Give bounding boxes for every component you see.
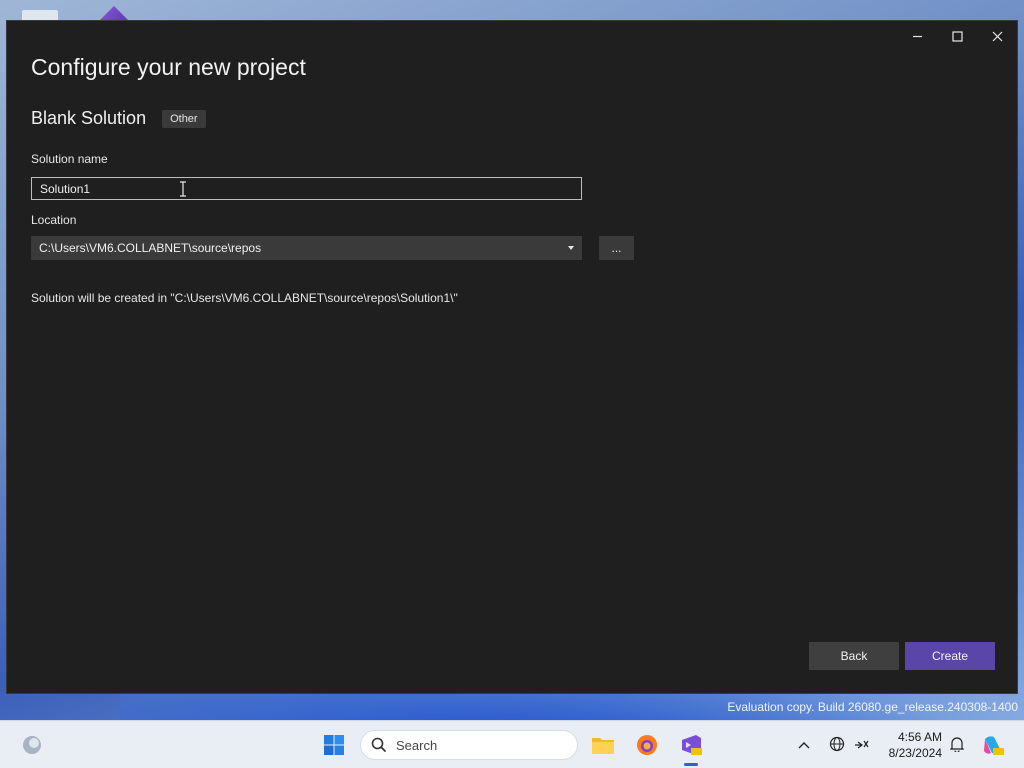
system-clock[interactable]: 4:56 AM 8/23/2024 — [884, 729, 942, 761]
window-controls — [897, 21, 1017, 51]
taskbar: Search 4:56 AM 8/23/2024 — [0, 720, 1024, 768]
template-tag: Other — [162, 109, 206, 128]
visual-studio-preview-icon[interactable] — [678, 732, 704, 758]
template-row: Blank Solution Other — [31, 108, 206, 129]
chevron-up-icon[interactable] — [796, 737, 812, 753]
search-icon — [371, 737, 387, 753]
maximize-button[interactable] — [937, 21, 977, 51]
clock-time: 4:56 AM — [897, 730, 942, 744]
minimize-icon — [912, 35, 922, 37]
back-button[interactable]: Back — [809, 642, 899, 670]
configure-project-window: Configure your new project Blank Solutio… — [6, 20, 1018, 694]
solution-name-label: Solution name — [31, 152, 108, 166]
accessibility-icon[interactable] — [852, 735, 870, 753]
notification-bell-icon[interactable] — [948, 735, 966, 753]
minimize-button[interactable] — [897, 21, 937, 51]
create-button[interactable]: Create — [905, 642, 995, 670]
clock-date: 8/23/2024 — [888, 746, 942, 760]
page-title: Configure your new project — [31, 54, 306, 80]
taskbar-search-box[interactable]: Search — [360, 730, 578, 760]
template-name: Blank Solution — [31, 108, 147, 128]
chevron-down-icon[interactable] — [568, 246, 574, 250]
solution-path-info: Solution will be created in "C:\Users\VM… — [31, 291, 458, 305]
watermark-build: Evaluation copy. Build 26080.ge_release.… — [727, 700, 1018, 714]
text-cursor-icon — [180, 181, 186, 197]
location-dropdown[interactable]: C:\Users\VM6.COLLABNET\source\repos — [31, 236, 582, 260]
location-label: Location — [31, 213, 77, 227]
widgets-icon[interactable] — [20, 733, 44, 757]
close-icon — [992, 31, 1002, 41]
location-value: C:\Users\VM6.COLLABNET\source\repos — [39, 241, 262, 255]
network-icon[interactable] — [828, 735, 846, 753]
solution-name-input[interactable] — [31, 177, 582, 200]
close-button[interactable] — [977, 21, 1017, 51]
evaluation-watermark: Evaluation copy. Build 26080.ge_release.… — [727, 700, 1018, 714]
copilot-icon[interactable] — [980, 732, 1006, 758]
start-icon[interactable] — [322, 733, 346, 757]
browse-location-button[interactable]: ... — [599, 236, 634, 260]
search-placeholder: Search — [396, 737, 438, 753]
firefox-icon[interactable] — [634, 732, 660, 758]
file-explorer-icon[interactable] — [590, 732, 616, 758]
active-app-indicator — [684, 763, 698, 766]
maximize-icon — [951, 30, 963, 42]
